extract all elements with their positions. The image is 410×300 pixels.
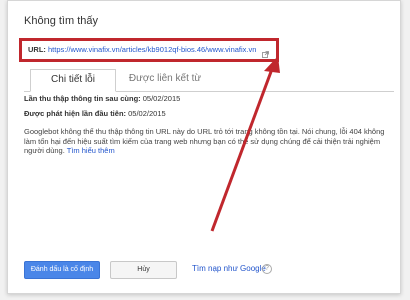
mark-fixed-button[interactable]: Đánh dấu là cố định [24,261,100,279]
not-found-dialog: Không tìm thấy URL: https://www.vinafix.… [7,0,401,294]
help-icon[interactable]: ? [262,264,272,274]
cancel-button[interactable]: Hủy [110,261,177,279]
annotation-arrow [210,56,280,232]
fetch-as-google-link[interactable]: Tìm nạp như Google [192,264,266,273]
